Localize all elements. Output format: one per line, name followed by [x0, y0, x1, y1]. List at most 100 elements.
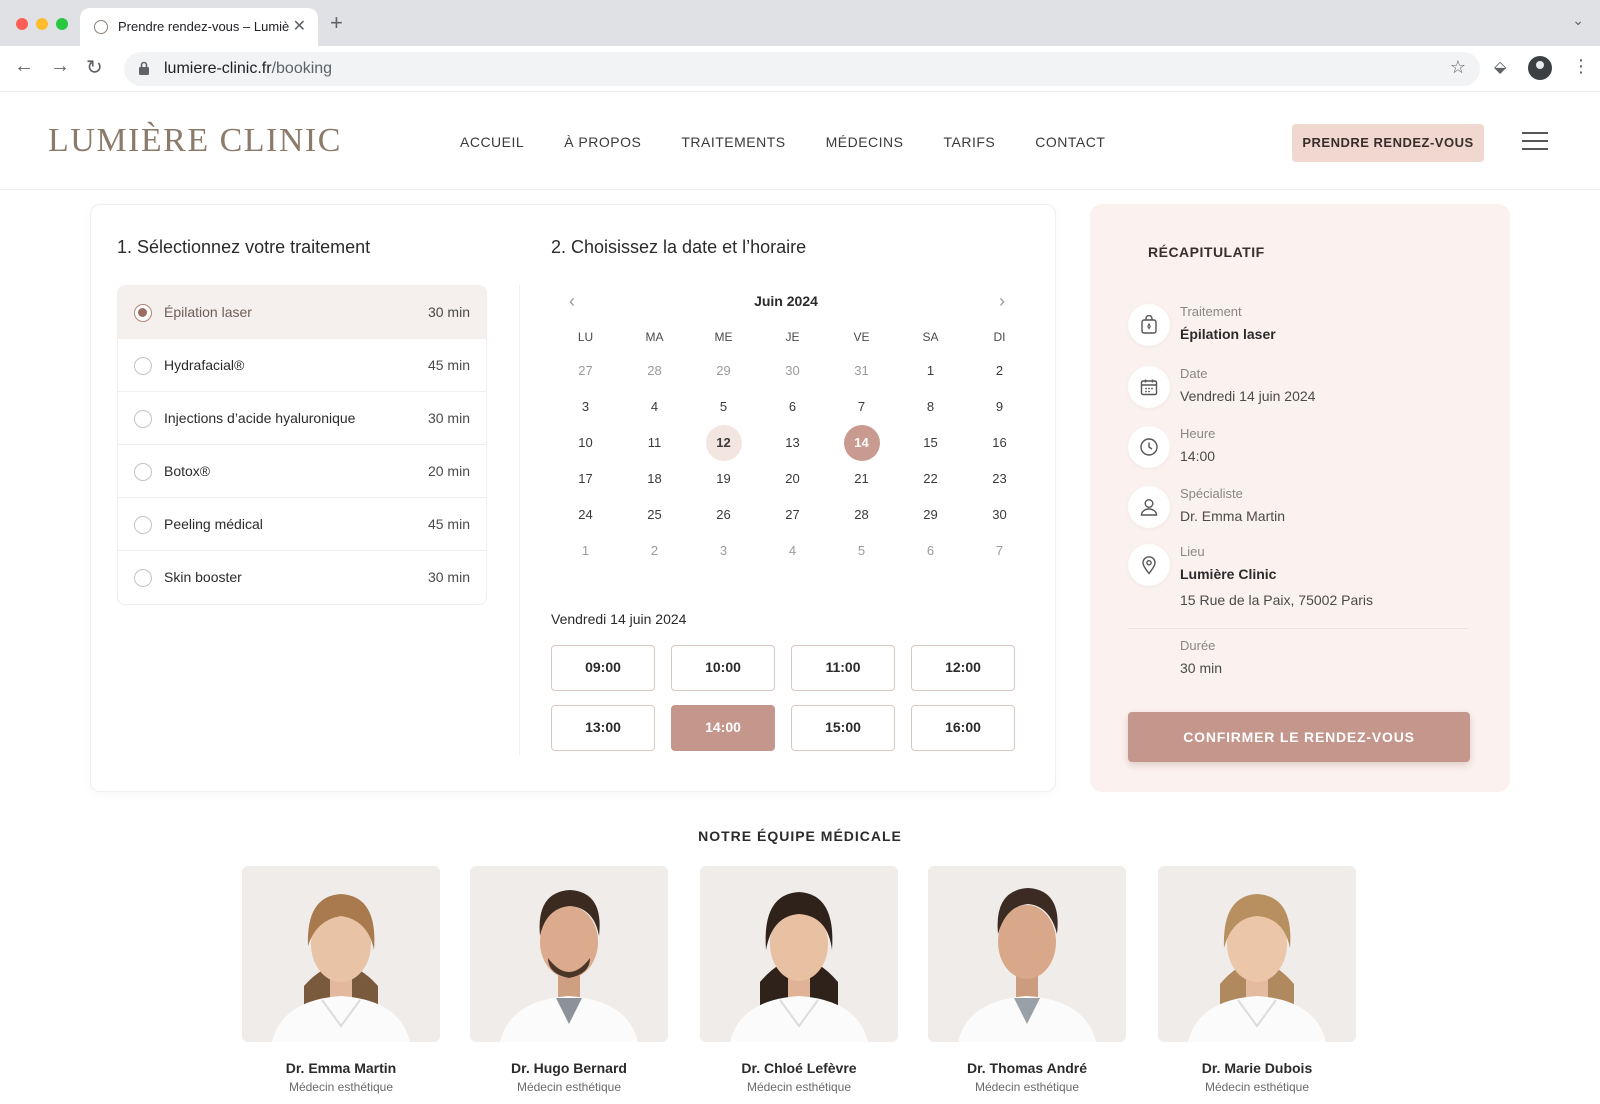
maximize-window-button[interactable]	[56, 18, 68, 30]
doctor-card[interactable]: Dr. Marie Dubois Médecin esthétique	[1158, 866, 1356, 1094]
radio-icon[interactable]	[134, 410, 152, 428]
calendar-day[interactable]: 12	[689, 425, 758, 461]
calendar-grid: LU MA ME JE VE SA DI 27 28 29 30 31 1 2 3 4 5 6 7 8 9 10 11 12 1…	[551, 327, 1035, 569]
nav-tarifs[interactable]: TARIFS	[944, 134, 996, 150]
calendar-day[interactable]: 4	[620, 389, 689, 425]
close-window-button[interactable]	[16, 18, 28, 30]
calendar-day[interactable]: 24	[551, 497, 620, 533]
calendar-day[interactable]: 2	[965, 353, 1034, 389]
time-slot-button[interactable]: 10:00	[671, 645, 775, 691]
radio-icon[interactable]	[134, 569, 152, 587]
calendar-day[interactable]: 7	[965, 533, 1034, 569]
new-tab-icon[interactable]: +	[330, 10, 343, 36]
nav-contact[interactable]: CONTACT	[1035, 134, 1105, 150]
calendar-day[interactable]: 1	[551, 533, 620, 569]
team-title: NOTRE ÉQUIPE MÉDICALE	[698, 828, 902, 844]
treatment-option[interactable]: Peeling médical 45 min	[118, 498, 486, 551]
radio-icon[interactable]	[134, 463, 152, 481]
calendar-day[interactable]: 1	[896, 353, 965, 389]
time-slot-button[interactable]: 15:00	[791, 705, 895, 751]
calendar-day[interactable]: 18	[620, 461, 689, 497]
calendar-day[interactable]: 28	[827, 497, 896, 533]
calendar-day[interactable]: 9	[965, 389, 1034, 425]
calendar-day[interactable]: 19	[689, 461, 758, 497]
calendar-day[interactable]: 6	[896, 533, 965, 569]
radio-selected-icon[interactable]	[134, 304, 152, 322]
radio-icon[interactable]	[134, 516, 152, 534]
calendar-day[interactable]: 23	[965, 461, 1034, 497]
extensions-icon[interactable]: ⬙	[1494, 57, 1506, 77]
tab-search-chevron-icon[interactable]: ⌄	[1572, 12, 1584, 29]
tab-close-icon[interactable]: ✕	[293, 16, 306, 36]
doctor-card[interactable]: Dr. Hugo Bernard Médecin esthétique	[470, 866, 668, 1094]
weekday-header: JE	[785, 330, 800, 344]
time-slot-button[interactable]: 12:00	[911, 645, 1015, 691]
calendar-day[interactable]: 22	[896, 461, 965, 497]
bookmark-star-icon[interactable]: ☆	[1450, 57, 1466, 78]
calendar-day[interactable]: 17	[551, 461, 620, 497]
time-slot-button[interactable]: 13:00	[551, 705, 655, 751]
treatment-option[interactable]: Botox® 20 min	[118, 445, 486, 498]
profile-avatar[interactable]	[1528, 56, 1552, 80]
minimize-window-button[interactable]	[36, 18, 48, 30]
calendar-day[interactable]: 15	[896, 425, 965, 461]
time-slot-button[interactable]: 11:00	[791, 645, 895, 691]
calendar-day[interactable]: 27	[758, 497, 827, 533]
confirm-appointment-button[interactable]: CONFIRMER LE RENDEZ-VOUS	[1128, 712, 1470, 762]
radio-icon[interactable]	[134, 357, 152, 375]
calendar-day[interactable]: 14	[827, 425, 896, 461]
nav-a-propos[interactable]: À PROPOS	[564, 134, 641, 150]
calendar-day[interactable]: 20	[758, 461, 827, 497]
browser-menu-icon[interactable]: ⋮	[1572, 56, 1590, 77]
calendar-day[interactable]: 7	[827, 389, 896, 425]
address-bar[interactable]: lumiere-clinic.fr/booking ☆	[124, 52, 1480, 86]
next-month-chevron-icon[interactable]: ›	[999, 291, 1005, 312]
treatment-option[interactable]: Injections d’acide hyaluronique 30 min	[118, 392, 486, 445]
calendar-day[interactable]: 26	[689, 497, 758, 533]
calendar-day-number: 4	[650, 399, 659, 414]
calendar-day[interactable]: 30	[965, 497, 1034, 533]
calendar-day[interactable]: 16	[965, 425, 1034, 461]
nav-medecins[interactable]: MÉDECINS	[826, 134, 904, 150]
calendar-day-number: 30	[785, 363, 800, 378]
treatment-option[interactable]: Épilation laser 30 min	[118, 286, 486, 339]
calendar-day[interactable]: 6	[758, 389, 827, 425]
calendar-day[interactable]: 3	[551, 389, 620, 425]
book-appointment-button[interactable]: PRENDRE RENDEZ-VOUS	[1292, 124, 1484, 162]
calendar-day[interactable]: 28	[620, 353, 689, 389]
hamburger-menu-icon[interactable]	[1522, 132, 1548, 150]
back-icon[interactable]: ←	[14, 55, 34, 78]
calendar-day[interactable]: 13	[758, 425, 827, 461]
nav-traitements[interactable]: TRAITEMENTS	[681, 134, 785, 150]
calendar-day[interactable]: 29	[896, 497, 965, 533]
doctor-card[interactable]: Dr. Chloé Lefèvre Médecin esthétique	[700, 866, 898, 1094]
doctor-card[interactable]: Dr. Emma Martin Médecin esthétique	[242, 866, 440, 1094]
reload-icon[interactable]: ↻	[86, 55, 103, 80]
time-slot-button[interactable]: 14:00	[671, 705, 775, 751]
calendar-day[interactable]: 2	[620, 533, 689, 569]
calendar-day[interactable]: 8	[896, 389, 965, 425]
treatment-option[interactable]: Hydrafacial® 45 min	[118, 339, 486, 392]
time-slot-button[interactable]: 09:00	[551, 645, 655, 691]
calendar-day[interactable]: 21	[827, 461, 896, 497]
calendar-day[interactable]: 25	[620, 497, 689, 533]
calendar-day-number: 1	[581, 543, 590, 558]
calendar-day[interactable]: 29	[689, 353, 758, 389]
nav-accueil[interactable]: ACCUEIL	[460, 134, 524, 150]
calendar-day[interactable]: 30	[758, 353, 827, 389]
time-slot-button[interactable]: 16:00	[911, 705, 1015, 751]
calendar-day[interactable]: 5	[689, 389, 758, 425]
browser-tab[interactable]: Prendre rendez-vous – Lumière Clinic ✕	[80, 8, 318, 46]
calendar-day[interactable]: 27	[551, 353, 620, 389]
site-logo[interactable]: LUMIÈRE CLINIC	[48, 122, 342, 160]
treatment-option[interactable]: Skin booster 30 min	[118, 551, 486, 604]
calendar-day[interactable]: 4	[758, 533, 827, 569]
calendar-day[interactable]: 5	[827, 533, 896, 569]
forward-icon[interactable]: →	[50, 55, 70, 78]
doctor-card[interactable]: Dr. Thomas André Médecin esthétique	[928, 866, 1126, 1094]
doctor-role: Médecin esthétique	[746, 1080, 852, 1094]
calendar-day[interactable]: 11	[620, 425, 689, 461]
calendar-day[interactable]: 31	[827, 353, 896, 389]
calendar-day[interactable]: 3	[689, 533, 758, 569]
calendar-day[interactable]: 10	[551, 425, 620, 461]
